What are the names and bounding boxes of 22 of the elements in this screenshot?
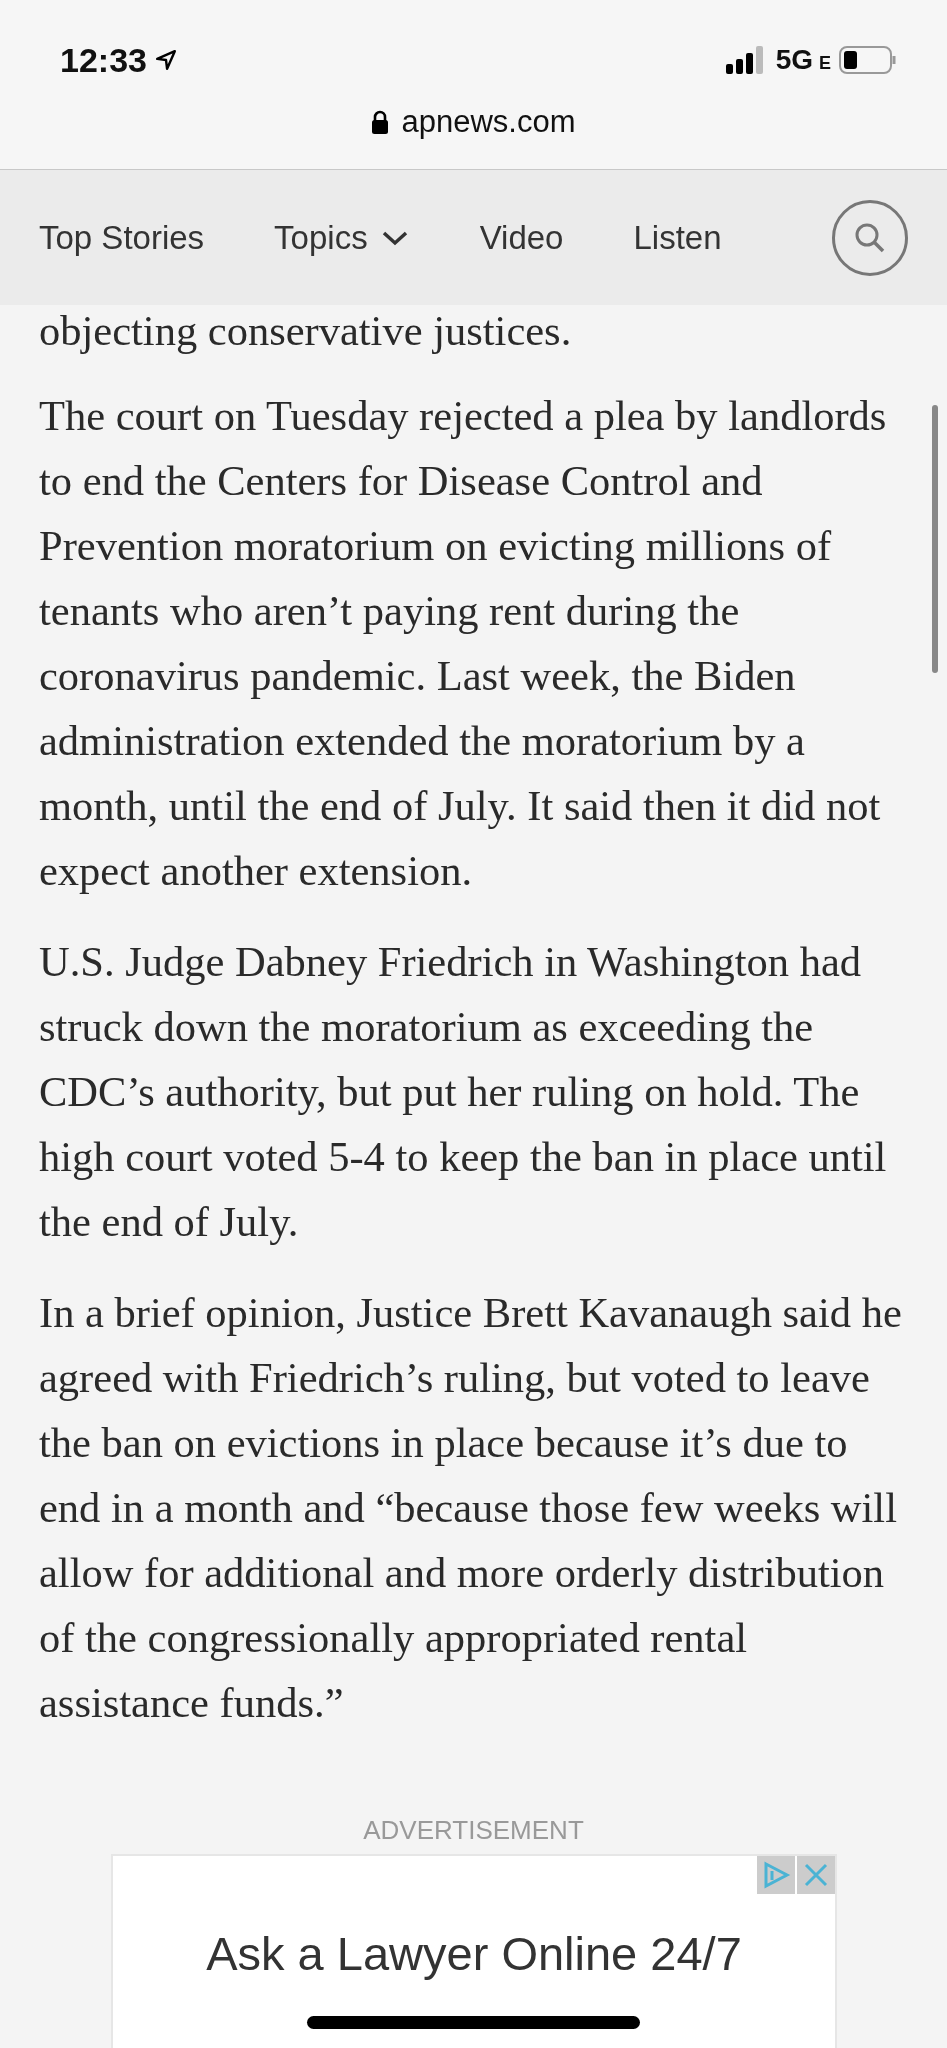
nav-link[interactable]: Listen (633, 218, 722, 257)
signal-icon (725, 46, 766, 74)
close-icon[interactable] (797, 1856, 835, 1894)
lock-icon (371, 110, 390, 134)
battery-icon (839, 46, 897, 74)
location-arrow-icon (154, 49, 177, 71)
status-time: 12:33 (60, 40, 147, 80)
ad-banner[interactable]: Ask a Lawyer Online 24/7 (111, 1854, 837, 2048)
search-button[interactable] (832, 199, 908, 276)
nav-link[interactable]: Top Stories (39, 218, 205, 257)
article-paragraph: In a brief opinion, Justice Brett Kavanaugh said he agreed with Friedrich’s ruling, but voted to leave the ban on evictions in place because it’s due to end in a month and “because those few weeks will allow for additional and more orderly distribution of the congressionally appropriated rental assistance funds.” (39, 1288, 903, 1728)
nav-dropdown[interactable]: Topics (274, 218, 410, 257)
network-label: 5G (775, 44, 813, 76)
article-paragraph: The court on Tuesday rejected a plea by landlords to end the Centers for Disease Control and Prevention moratorium on evicting millions of tenants who aren’t paying rent during the coronavirus pandemic. Last week, the Biden administration extended the moratorium by a month, until the end of July. It said then it did not expect another extension. (39, 391, 888, 896)
network-suffix: E (819, 52, 831, 74)
ad-headline[interactable]: Ask a Lawyer Online 24/7 (113, 1926, 835, 1981)
url-text[interactable]: apnews.com (401, 104, 576, 140)
ad-choices-icon[interactable] (757, 1856, 795, 1894)
article-paragraph: objecting conservative justices. (38, 306, 573, 356)
ad-label: ADVERTISEMENT (362, 1815, 585, 1846)
nav-link[interactable]: Video (479, 218, 564, 257)
article-paragraph: U.S. Judge Dabney Friedrich in Washington had struck down the moratorium as exceeding the CDC’s authority, but put her ruling on hold. The high court voted 5-4 to keep the ban in place until the end of July. (39, 937, 888, 1247)
